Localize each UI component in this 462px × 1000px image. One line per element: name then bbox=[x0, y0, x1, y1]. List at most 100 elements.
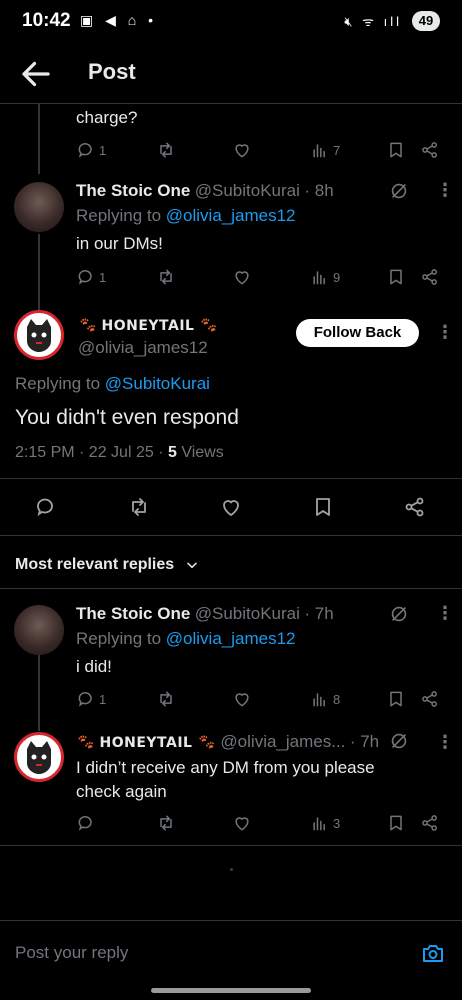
display-name[interactable]: HONEYTAIL bbox=[102, 318, 195, 334]
user-handle[interactable]: @SubitoKurai bbox=[195, 604, 300, 623]
main-tweet-actions bbox=[0, 478, 462, 536]
views-icon bbox=[313, 693, 325, 707]
user-handle[interactable]: @olivia_james... bbox=[220, 732, 345, 751]
cat-avatar-icon bbox=[27, 741, 51, 774]
more-options-icon[interactable]: ⋮ bbox=[436, 180, 454, 201]
repost-button[interactable] bbox=[156, 689, 176, 709]
reply-input[interactable]: Post your reply bbox=[15, 943, 128, 963]
tweet-time: · 7h bbox=[349, 732, 380, 751]
heart-icon bbox=[235, 693, 249, 707]
thread-line bbox=[38, 234, 40, 310]
bookmark-button[interactable] bbox=[386, 267, 406, 287]
bookmark-button[interactable] bbox=[386, 140, 406, 160]
reply-button[interactable]: 1 bbox=[76, 267, 106, 287]
share-button[interactable] bbox=[420, 267, 440, 287]
bookmark-icon[interactable] bbox=[311, 495, 335, 519]
replying-to: Replying to @olivia_james12 bbox=[76, 629, 296, 648]
share-icon bbox=[422, 269, 437, 285]
share-icon bbox=[422, 815, 437, 831]
views-count: 8 bbox=[333, 691, 341, 707]
repost-button[interactable] bbox=[156, 267, 176, 287]
reply-count: 1 bbox=[99, 142, 107, 158]
repost-icon[interactable] bbox=[127, 495, 151, 519]
loading-dot bbox=[230, 868, 233, 871]
like-button[interactable] bbox=[232, 267, 252, 287]
more-options-icon[interactable]: ⋮ bbox=[436, 322, 454, 343]
grok-button[interactable] bbox=[388, 180, 410, 207]
display-name[interactable]: The Stoic One bbox=[76, 604, 190, 623]
views-icon bbox=[313, 144, 325, 158]
home-indicator[interactable] bbox=[151, 988, 311, 993]
avatar[interactable] bbox=[14, 605, 64, 655]
reply-button[interactable]: 1 bbox=[76, 140, 106, 160]
grok-icon bbox=[391, 183, 407, 199]
thread-line bbox=[38, 655, 40, 731]
grok-icon bbox=[391, 606, 407, 622]
replying-to: Replying to @SubitoKurai bbox=[15, 374, 210, 393]
mention-link[interactable]: @SubitoKurai bbox=[105, 374, 210, 393]
repost-button[interactable] bbox=[156, 813, 176, 833]
views-icon bbox=[313, 817, 325, 831]
reply-button[interactable] bbox=[76, 813, 96, 833]
views-icon bbox=[313, 271, 325, 285]
share-icon bbox=[422, 691, 437, 707]
camera-icon[interactable] bbox=[421, 941, 445, 965]
reply-icon[interactable] bbox=[34, 495, 58, 519]
views-count: 7 bbox=[333, 142, 341, 158]
heart-icon[interactable] bbox=[219, 495, 243, 519]
avatar[interactable] bbox=[14, 182, 64, 232]
bookmark-icon bbox=[390, 269, 402, 285]
reply-icon bbox=[78, 692, 92, 707]
status-time: 10:42 bbox=[22, 10, 71, 31]
views-button[interactable]: 7 bbox=[310, 140, 340, 160]
tweet-actions: 3 bbox=[76, 813, 446, 837]
more-options-icon[interactable]: ⋮ bbox=[436, 603, 454, 624]
share-button[interactable] bbox=[420, 813, 440, 833]
tweet-text: in our DMs! bbox=[76, 234, 163, 253]
follow-back-button[interactable]: Follow Back bbox=[296, 319, 419, 347]
sort-replies-dropdown[interactable]: Most relevant replies bbox=[15, 556, 199, 574]
mention-link[interactable]: @olivia_james12 bbox=[166, 629, 296, 648]
grok-button[interactable] bbox=[388, 730, 410, 757]
more-options-icon[interactable]: ⋮ bbox=[436, 732, 454, 753]
like-button[interactable] bbox=[232, 689, 252, 709]
page-title: Post bbox=[88, 59, 136, 84]
paw-icon: 🐾︎ bbox=[198, 317, 218, 334]
heart-icon bbox=[235, 144, 249, 158]
chevron-down-icon bbox=[186, 562, 197, 568]
mention-link[interactable]: @olivia_james12 bbox=[166, 206, 296, 225]
repost-button[interactable] bbox=[156, 140, 176, 160]
like-button[interactable] bbox=[232, 140, 252, 160]
share-icon[interactable] bbox=[403, 495, 427, 519]
thread-line bbox=[38, 104, 40, 174]
grok-button[interactable] bbox=[388, 603, 410, 630]
share-button[interactable] bbox=[420, 689, 440, 709]
grok-icon bbox=[391, 733, 407, 749]
tweet-actions: 1 8 bbox=[76, 689, 446, 713]
views-button[interactable]: 8 bbox=[310, 689, 340, 709]
heart-icon bbox=[235, 817, 249, 831]
repost-icon bbox=[160, 142, 172, 158]
reply-button[interactable]: 1 bbox=[76, 689, 106, 709]
reply-icon bbox=[78, 143, 92, 158]
user-handle[interactable]: @SubitoKurai bbox=[195, 181, 300, 200]
tweet-timestamp: 2:15 PM · 22 Jul 25 · bbox=[15, 444, 168, 461]
display-name[interactable]: HONEYTAIL bbox=[100, 735, 193, 751]
bookmark-button[interactable] bbox=[386, 813, 406, 833]
display-name[interactable]: The Stoic One bbox=[76, 181, 190, 200]
tweet-time: · 7h bbox=[304, 604, 334, 623]
bookmark-button[interactable] bbox=[386, 689, 406, 709]
views-button[interactable]: 3 bbox=[310, 813, 340, 833]
views-button[interactable]: 9 bbox=[310, 267, 340, 287]
share-button[interactable] bbox=[420, 140, 440, 160]
tweet-text: I didn’t receive any DM from you please … bbox=[76, 758, 375, 801]
avatar[interactable] bbox=[14, 310, 64, 360]
notification-icons: ▣ ◀ ⌂ • bbox=[80, 12, 158, 28]
back-button[interactable] bbox=[18, 56, 54, 92]
like-button[interactable] bbox=[232, 813, 252, 833]
reply-icon bbox=[78, 270, 92, 285]
avatar[interactable] bbox=[14, 732, 64, 782]
tweet-actions: 1 7 bbox=[76, 140, 446, 164]
reply-composer: Post your reply bbox=[0, 920, 462, 986]
user-handle[interactable]: @olivia_james12 bbox=[78, 338, 208, 358]
